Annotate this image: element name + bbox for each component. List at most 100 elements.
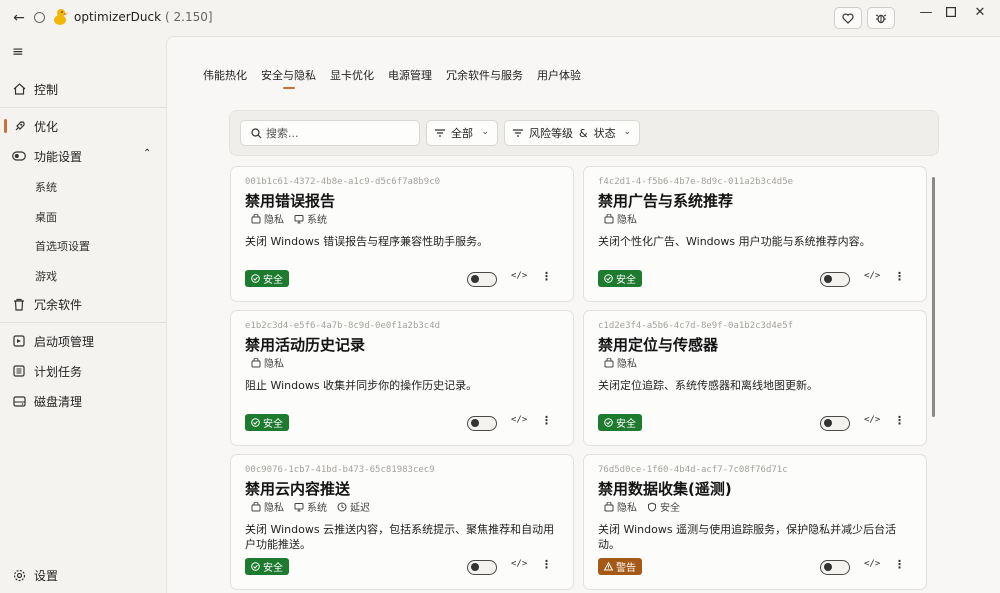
tag-label: 隐私 — [264, 359, 284, 370]
tag-list: 隐私 系统 延迟 — [251, 499, 370, 514]
tweak-card: 76d5d0ce-1f60-4b4d-acf7-7c08f76d71c 禁用数据… — [583, 454, 927, 590]
more-options-icon[interactable]: ⋮ — [541, 414, 552, 427]
tag-list: 隐私 — [604, 211, 637, 226]
tag: 延迟 — [337, 499, 370, 514]
tweak-card: e1b2c3d4-e5f6-4a7b-8c9d-0e0f1a2b3c4d 禁用活… — [230, 310, 574, 446]
tag: 隐私 — [251, 211, 284, 226]
sidebar-item-label: 启动项管理 — [34, 334, 95, 349]
badge-label: 警告 — [616, 563, 636, 574]
badge-label: 安全 — [263, 275, 283, 286]
app-name: optimizerDuck — [74, 10, 162, 24]
status-circle-icon — [34, 12, 45, 23]
bug-report-button[interactable] — [867, 7, 895, 29]
sidebar-item-control[interactable]: 控制 — [0, 76, 166, 102]
gear-icon — [12, 568, 26, 582]
toggle-icon — [12, 149, 26, 163]
more-options-icon[interactable]: ⋮ — [894, 270, 905, 283]
check-circle-icon — [604, 274, 613, 283]
search-input[interactable] — [266, 126, 406, 140]
check-circle-icon — [604, 418, 613, 427]
filter-bar: 全部 ⌄ 风险等级 & 状态 ⌄ — [229, 110, 939, 156]
filter-icon — [513, 129, 523, 137]
more-options-icon[interactable]: ⋮ — [894, 558, 905, 571]
more-options-icon[interactable]: ⋮ — [541, 558, 552, 571]
code-icon[interactable]: </> — [511, 559, 527, 569]
disk-icon — [12, 394, 26, 408]
clock-icon — [337, 502, 347, 512]
more-options-icon[interactable]: ⋮ — [894, 414, 905, 427]
tab-user-experience[interactable]: 用户体验 — [537, 67, 581, 83]
search-box[interactable] — [240, 120, 420, 146]
risk-status-dropdown[interactable]: 风险等级 & 状态 ⌄ — [504, 120, 640, 146]
tweak-toggle[interactable] — [820, 560, 850, 575]
heart-icon — [842, 12, 854, 24]
code-icon[interactable]: </> — [864, 271, 880, 281]
code-icon[interactable]: </> — [511, 415, 527, 425]
tag: 隐私 — [251, 355, 284, 370]
code-icon[interactable]: </> — [511, 271, 527, 281]
sidebar-item-disk-cleanup[interactable]: 磁盘清理 — [0, 388, 166, 414]
sidebar-subitem-system[interactable]: 系统 — [35, 179, 57, 195]
home-icon — [12, 82, 26, 96]
sidebar-item-bloatware[interactable]: 冗余软件 — [0, 291, 166, 317]
category-dropdown[interactable]: 全部 ⌄ — [426, 120, 498, 146]
back-arrow-icon[interactable]: ← — [10, 9, 28, 27]
tag: 隐私 — [604, 355, 637, 370]
more-options-icon[interactable]: ⋮ — [541, 270, 552, 283]
tweak-toggle[interactable] — [820, 416, 850, 431]
vertical-scrollbar[interactable] — [932, 177, 935, 417]
tab-power[interactable]: 电源管理 — [388, 67, 432, 83]
close-icon[interactable]: ✕ — [960, 0, 1000, 24]
status-label: 状态 — [593, 127, 616, 140]
tab-performance[interactable]: 伟能热化 — [203, 67, 247, 83]
tag-label: 隐私 — [264, 503, 284, 514]
sidebar-item-startup[interactable]: 启动项管理 — [0, 328, 166, 354]
status-badge: 安全 — [245, 414, 289, 431]
sidebar-item-label: 优化 — [34, 119, 59, 134]
tweak-toggle[interactable] — [467, 272, 497, 287]
app-version: ( 2.150] — [165, 10, 213, 24]
status-badge: 安全 — [245, 270, 289, 287]
tweak-toggle[interactable] — [467, 560, 497, 575]
tweak-description: 关闭定位追踪、系统传感器和离线地图更新。 — [598, 379, 818, 392]
sidebar-item-optimize[interactable]: 优化 — [0, 113, 166, 139]
sidebar-item-label: 冗余软件 — [34, 297, 83, 312]
sidebar-item-feature-settings[interactable]: 功能设置 ⌃ — [0, 143, 166, 169]
check-circle-icon — [251, 274, 260, 283]
code-icon[interactable]: </> — [864, 415, 880, 425]
sidebar-item-settings[interactable]: 设置 — [0, 562, 166, 588]
tweak-description: 关闭个性化广告、Windows 用户功能与系统推荐内容。 — [598, 235, 871, 248]
tweak-description: 关闭 Windows 错误报告与程序兼容性助手服务。 — [245, 235, 489, 248]
chevron-up-icon[interactable]: ⌃ — [143, 148, 151, 159]
sidebar-subitem-preferences[interactable]: 首选项设置 — [35, 238, 90, 254]
favorite-button[interactable] — [834, 7, 862, 29]
rocket-icon — [12, 119, 26, 133]
tweak-id: f4c2d1-4-f5b6-4b7e-8d9c-011a2b3c4d5e — [598, 177, 794, 187]
hamburger-menu-icon[interactable]: ≡ — [12, 44, 24, 60]
tweak-id: c1d2e3f4-a5b6-4c7d-8e9f-0a1b2c3d4e5f — [598, 321, 794, 331]
tag-label: 系统 — [307, 503, 327, 514]
tag-label: 隐私 — [264, 215, 284, 226]
sidebar-item-label: 控制 — [34, 82, 59, 97]
tweak-card: 001b1c61-4372-4b8e-a1c9-d5c6f7a8b9c0 禁用错… — [230, 166, 574, 302]
privacy-icon — [604, 501, 614, 512]
tweak-toggle[interactable] — [467, 416, 497, 431]
tweak-id: 00c9076-1cb7-41bd-b473-65c81983cec9 — [245, 465, 435, 475]
sidebar-item-scheduled-tasks[interactable]: 计划任务 — [0, 358, 166, 384]
tab-bloatware-services[interactable]: 冗余软件与服务 — [446, 67, 523, 83]
warning-icon — [604, 562, 613, 571]
code-icon[interactable]: </> — [864, 559, 880, 569]
check-circle-icon — [251, 562, 260, 571]
sidebar-subitem-desktop[interactable]: 桌面 — [35, 209, 57, 225]
search-icon — [251, 127, 262, 139]
tab-gpu[interactable]: 显卡优化 — [330, 67, 374, 83]
tag-label: 安全 — [660, 503, 680, 514]
tab-security-privacy[interactable]: 安全与隐私 — [261, 67, 316, 89]
filter-icon — [435, 129, 445, 137]
tweak-card: c1d2e3f4-a5b6-4c7d-8e9f-0a1b2c3d4e5f 禁用定… — [583, 310, 927, 446]
check-circle-icon — [251, 418, 260, 427]
tweak-title: 禁用数据收集(遥测) — [598, 480, 732, 498]
tweak-toggle[interactable] — [820, 272, 850, 287]
sidebar-subitem-games[interactable]: 游戏 — [35, 268, 57, 284]
status-badge: 安全 — [598, 414, 642, 431]
